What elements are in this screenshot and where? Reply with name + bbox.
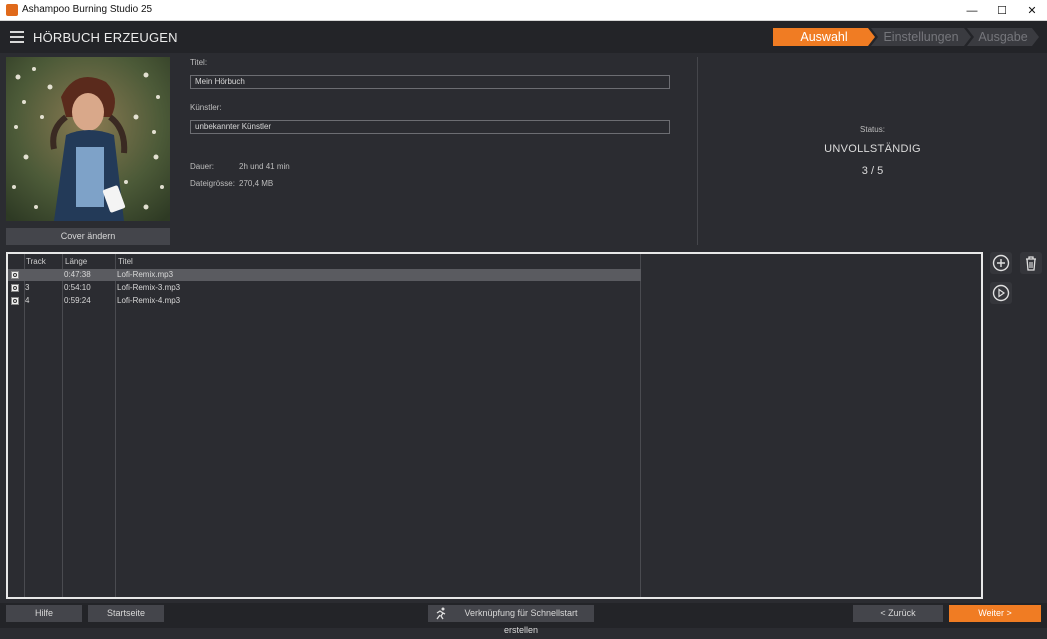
track-title: Lofi-Remix-4.mp3 [117, 296, 181, 305]
step-ausgabe[interactable]: Ausgabe [967, 28, 1039, 46]
play-circle-icon [992, 284, 1010, 302]
wizard-steps: Auswahl Einstellungen Ausgabe [773, 28, 1039, 46]
status-label: Status: [860, 125, 885, 134]
maximize-icon[interactable]: ☐ [987, 0, 1017, 21]
duration-label: Dauer: [190, 162, 215, 171]
track-number: 4 [25, 296, 30, 305]
table-row[interactable]: 3 0:54:10 Lofi-Remix-3.mp3 [8, 282, 641, 294]
duration-value: 2h und 41 min [239, 162, 290, 171]
shortcut-label: Verknüpfung für Schnellstart erstellen [464, 608, 578, 635]
size-value: 270,4 MB [239, 179, 274, 188]
minimize-icon[interactable]: — [957, 0, 987, 21]
add-track-button[interactable] [990, 252, 1012, 274]
track-checkbox-icon[interactable] [11, 297, 19, 305]
column-header-length[interactable]: Länge [65, 254, 87, 269]
column-header-track[interactable]: Track [26, 254, 46, 269]
status-count: 3 / 5 [861, 165, 884, 177]
window-titlebar: Ashampoo Burning Studio 25 — ☐ ✕ [0, 0, 1047, 21]
artist-label: Künstler: [190, 103, 222, 112]
track-length: 0:59:24 [64, 296, 91, 305]
page-title: HÖRBUCH ERZEUGEN [33, 30, 178, 45]
track-checkbox-icon[interactable] [11, 271, 19, 279]
back-button[interactable]: < Zurück [853, 605, 943, 622]
status-value: UNVOLLSTÄNDIG [824, 143, 921, 155]
window-title: Ashampoo Burning Studio 25 [22, 4, 153, 15]
add-circle-icon [992, 254, 1010, 272]
track-length: 0:54:10 [64, 283, 91, 292]
play-track-button[interactable] [990, 282, 1012, 304]
trash-icon [1026, 256, 1036, 271]
track-checkbox-icon[interactable] [11, 284, 19, 292]
home-button[interactable]: Startseite [88, 605, 164, 622]
hamburger-icon[interactable] [10, 31, 24, 43]
track-title: Lofi-Remix.mp3 [117, 270, 174, 279]
track-list[interactable]: Track Länge Titel 0:47:38 Lofi-Remix.mp3… [6, 252, 983, 599]
table-row[interactable]: 4 0:59:24 Lofi-Remix-4.mp3 [8, 295, 641, 307]
title-input[interactable]: Mein Hörbuch [190, 75, 670, 89]
artist-input[interactable]: unbekannter Künstler [190, 120, 670, 134]
track-title: Lofi-Remix-3.mp3 [117, 283, 181, 292]
shortcut-button[interactable]: Verknüpfung für Schnellstart erstellen [428, 605, 594, 635]
next-button[interactable]: Weiter > [949, 605, 1041, 622]
track-length: 0:47:38 [64, 270, 91, 279]
title-label: Titel: [190, 58, 208, 67]
step-auswahl[interactable]: Auswahl [773, 28, 875, 46]
app-flame-icon [6, 4, 18, 16]
column-header-title[interactable]: Titel [118, 254, 133, 269]
delete-track-button[interactable] [1020, 252, 1042, 274]
table-row[interactable]: 0:47:38 Lofi-Remix.mp3 [8, 269, 641, 281]
size-label: Dateigrösse: [190, 179, 235, 188]
step-einstellungen[interactable]: Einstellungen [871, 28, 971, 46]
help-button[interactable]: Hilfe [6, 605, 82, 622]
track-number: 3 [25, 283, 30, 292]
cover-image [6, 57, 170, 221]
close-icon[interactable]: ✕ [1017, 0, 1047, 21]
runner-icon [436, 607, 446, 620]
app-header: HÖRBUCH ERZEUGEN Auswahl Einstellungen A… [0, 21, 1047, 53]
change-cover-button[interactable]: Cover ändern [6, 228, 170, 245]
